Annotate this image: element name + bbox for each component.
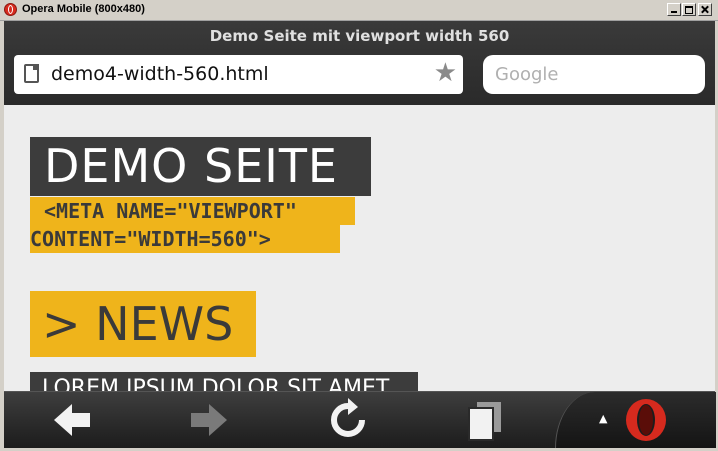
tabs-button[interactable] [455, 396, 515, 444]
demo-heading: DEMO SEITE [30, 137, 371, 196]
menu-caret-icon: ▲ [599, 412, 608, 425]
opera-menu-button[interactable]: ▲ [555, 392, 716, 448]
back-arrow-icon [54, 404, 90, 436]
meta-viewport-line-1: <META NAME="VIEWPORT" [30, 197, 355, 225]
minimize-button[interactable] [667, 3, 681, 16]
forward-arrow-icon [191, 404, 227, 436]
news-heading: > NEWS [30, 291, 256, 357]
address-bar[interactable]: demo4-width-560.html ★ [14, 55, 463, 94]
reload-button[interactable] [318, 396, 378, 444]
search-placeholder: Google [495, 64, 559, 85]
maximize-button[interactable] [682, 3, 696, 16]
page-title: Demo Seite mit viewport width 560 [209, 27, 510, 45]
close-button[interactable] [698, 3, 712, 16]
search-field[interactable]: Google [483, 55, 705, 94]
window-title: Opera Mobile (800x480) [22, 3, 145, 15]
forward-button[interactable] [179, 396, 239, 444]
address-url[interactable]: demo4-width-560.html [51, 63, 269, 85]
bottom-toolbar: ▲ [4, 391, 716, 448]
opera-menu-icon [626, 399, 666, 441]
page-viewport[interactable]: DEMO SEITE <META NAME="VIEWPORT" CONTENT… [4, 105, 715, 391]
page-icon [24, 64, 39, 83]
reload-icon [331, 398, 365, 437]
opera-app-icon [4, 3, 17, 16]
window-titlebar: Opera Mobile (800x480) [0, 0, 718, 21]
bookmark-star-icon[interactable]: ★ [434, 58, 457, 88]
tabs-icon [468, 402, 501, 441]
lorem-heading: LOREM IPSUM DOLOR SIT AMET [30, 372, 418, 391]
browser-header: Demo Seite mit viewport width 560 demo4-… [4, 21, 715, 105]
meta-viewport-line-2: CONTENT="WIDTH=560"> [30, 225, 340, 253]
back-button[interactable] [42, 396, 102, 444]
